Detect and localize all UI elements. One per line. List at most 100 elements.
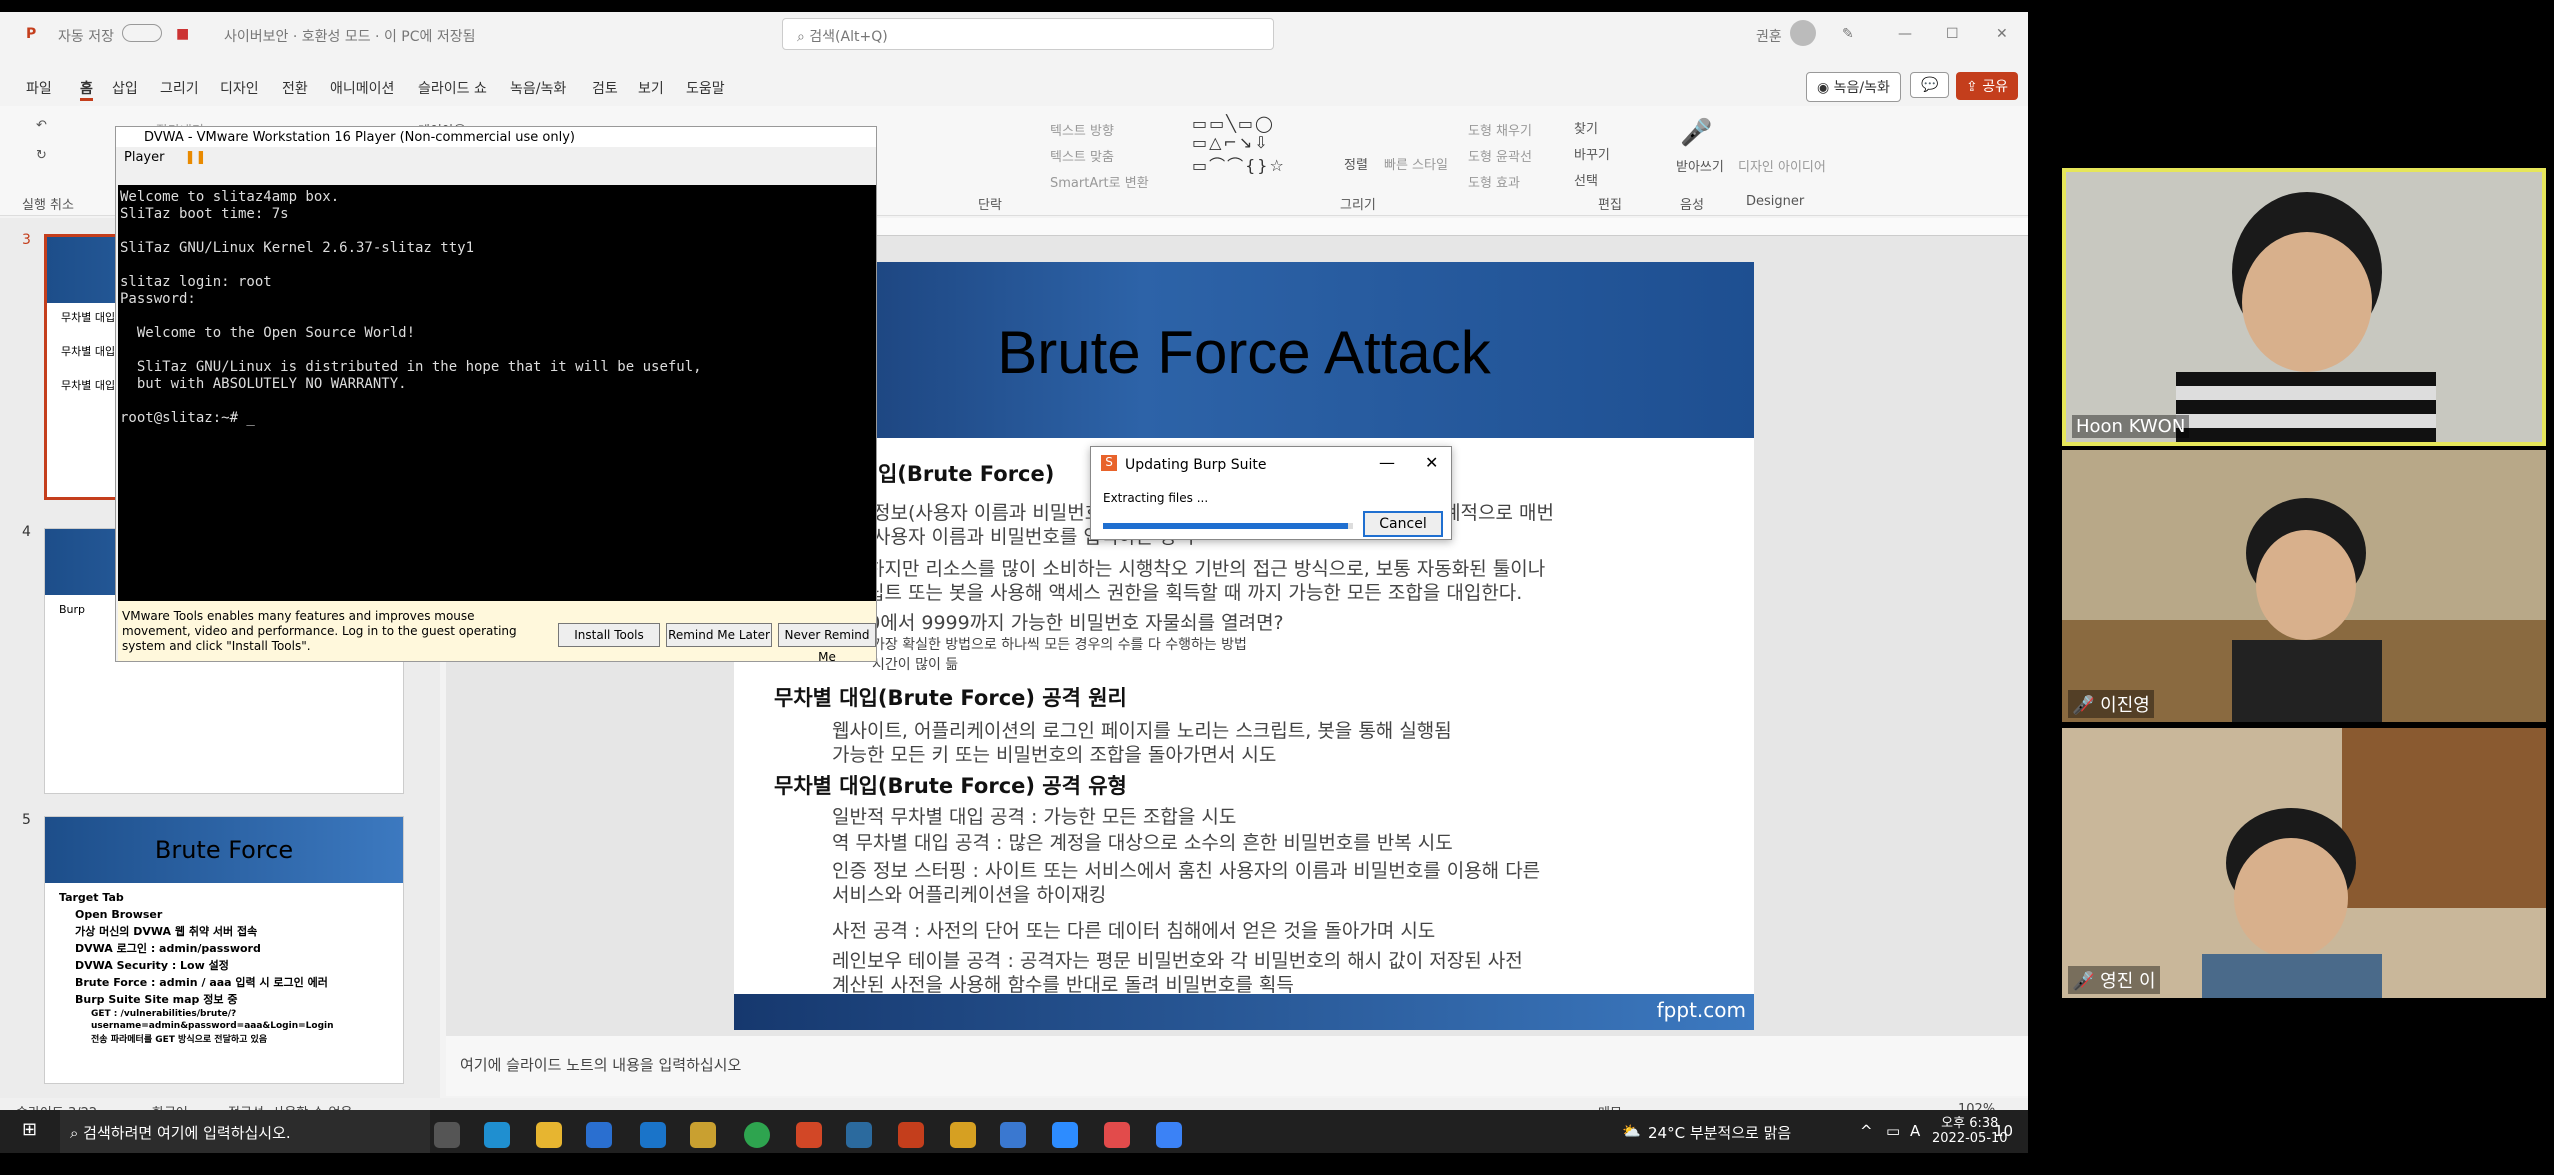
app-icon[interactable] bbox=[846, 1122, 872, 1148]
file-explorer-icon[interactable] bbox=[536, 1122, 562, 1148]
search-box[interactable]: ⌕ 검색(Alt+Q) bbox=[782, 18, 1274, 50]
windows-start-icon[interactable]: ⊞ bbox=[22, 1119, 37, 1140]
thumb-line: DVWA Security : Low 설정 bbox=[75, 959, 229, 972]
shape-outline-button[interactable]: 도형 윤곽선 bbox=[1468, 146, 1532, 165]
current-slide[interactable]: Brute Force Attack 별 대입(Brute Force)인증 정… bbox=[734, 262, 1754, 1030]
pen-icon[interactable]: ✎ bbox=[1842, 26, 1854, 42]
terminal[interactable]: Welcome to slitaz4amp box. SliTaz boot t… bbox=[118, 185, 876, 601]
shape-fill-button[interactable]: 도형 채우기 bbox=[1468, 120, 1532, 139]
edge-icon[interactable] bbox=[484, 1122, 510, 1148]
share-icon: ⇪ bbox=[1966, 79, 1983, 95]
share-button[interactable]: ⇪ 공유 bbox=[1956, 72, 2018, 100]
powerpoint-icon[interactable] bbox=[898, 1122, 924, 1148]
quick-styles-button[interactable]: 빠른 스타일 bbox=[1384, 154, 1448, 173]
align-text-button[interactable]: 텍스트 맞춤 bbox=[1050, 146, 1114, 165]
dialog-title: Updating Burp Suite bbox=[1125, 457, 1267, 473]
slide-footer bbox=[734, 994, 1754, 1030]
notes-pane[interactable]: 여기에 슬라이드 노트의 내용을 입력하십시오 bbox=[446, 1036, 2028, 1096]
minimize-icon[interactable]: — bbox=[1379, 453, 1395, 472]
find-button[interactable]: 찾기 bbox=[1574, 118, 1598, 137]
burp-update-dialog: S Updating Burp Suite — ✕ Extracting fil… bbox=[1090, 446, 1452, 540]
slide-thumb-5[interactable]: Brute Force Target Tab Open Browser 가상 머… bbox=[44, 816, 404, 1084]
app-icon[interactable] bbox=[1104, 1122, 1130, 1148]
menu-help[interactable]: 도움말 bbox=[686, 78, 725, 98]
close-icon[interactable]: ✕ bbox=[1425, 453, 1438, 472]
comment-icon[interactable]: 💬 bbox=[1910, 72, 1950, 98]
menu-review[interactable]: 검토 bbox=[592, 78, 618, 98]
participant-name-text: 이진영 bbox=[2100, 695, 2150, 716]
record-button[interactable]: ◉ 녹음/녹화 bbox=[1806, 72, 1901, 102]
group-voice: 음성 bbox=[1680, 198, 1704, 213]
menu-view[interactable]: 보기 bbox=[638, 78, 664, 98]
arrange-button[interactable]: 정렬 bbox=[1344, 154, 1368, 173]
search-placeholder: 검색(Alt+Q) bbox=[809, 29, 888, 45]
player-menu[interactable]: Player bbox=[124, 150, 164, 165]
weather-text[interactable]: 24°C 부분적으로 맑음 bbox=[1648, 1122, 1791, 1143]
group-designer: Designer bbox=[1746, 194, 1805, 209]
chrome-icon[interactable] bbox=[744, 1122, 770, 1148]
slide-bullet: 서비스와 어플리케이션을 하이재킹 bbox=[832, 884, 1107, 906]
replace-button[interactable]: 바꾸기 bbox=[1574, 144, 1610, 163]
smartart-button[interactable]: SmartArt로 변환 bbox=[1050, 172, 1149, 191]
thumb-number: 5 bbox=[22, 812, 31, 828]
avatar[interactable] bbox=[1790, 20, 1816, 46]
select-button[interactable]: 선택 bbox=[1574, 170, 1598, 189]
install-tools-button[interactable]: Install Tools bbox=[558, 623, 660, 647]
office-icon[interactable] bbox=[796, 1122, 822, 1148]
maximize-icon[interactable]: ☐ bbox=[1946, 26, 1959, 42]
minimize-icon[interactable]: — bbox=[1898, 26, 1912, 42]
app-icon[interactable] bbox=[690, 1122, 716, 1148]
group-drawing: 그리기 bbox=[1340, 198, 1376, 213]
thumb-line: GET : /vulnerabilities/brute/?username=a… bbox=[91, 1009, 334, 1031]
app-icon[interactable] bbox=[1000, 1122, 1026, 1148]
task-view-icon[interactable] bbox=[434, 1122, 460, 1148]
menu-record[interactable]: 녹음/녹화 bbox=[510, 78, 566, 98]
menu-design[interactable]: 디자인 bbox=[220, 78, 259, 98]
menu-home[interactable]: 홈 bbox=[80, 78, 93, 101]
menu-insert[interactable]: 삽입 bbox=[112, 78, 138, 98]
notification-count[interactable]: 10 bbox=[1994, 1122, 2013, 1140]
participant-name: 🎤̸ 영진 이 bbox=[2068, 966, 2160, 994]
zoom-icon[interactable] bbox=[1052, 1122, 1078, 1148]
menu-transitions[interactable]: 전환 bbox=[282, 78, 308, 98]
menu-animations[interactable]: 애니메이션 bbox=[330, 78, 394, 98]
dictate-button[interactable]: 받아쓰기 bbox=[1676, 156, 1724, 175]
save-icon[interactable]: ■ bbox=[176, 26, 189, 42]
pause-icon[interactable]: ❚❚ bbox=[185, 150, 207, 165]
design-ideas-button[interactable]: 디자인 아이디어 bbox=[1738, 156, 1826, 175]
autosave-toggle[interactable] bbox=[122, 24, 162, 42]
slide-bullet: 무차별 대입(Brute Force) 공격 원리 bbox=[774, 686, 1127, 710]
menu-slideshow[interactable]: 슬라이드 쇼 bbox=[418, 78, 487, 98]
menu-bar: 파일 홈 삽입 그리기 디자인 전환 애니메이션 슬라이드 쇼 녹음/녹화 검토… bbox=[0, 68, 2028, 104]
menu-file[interactable]: 파일 bbox=[26, 78, 52, 98]
undo-icon[interactable]: ↶ bbox=[36, 118, 47, 133]
mail-icon[interactable] bbox=[640, 1122, 666, 1148]
slide-bullet: 무차별 대입(Brute Force) 공격 유형 bbox=[774, 774, 1127, 798]
store-icon[interactable] bbox=[586, 1122, 612, 1148]
text-direction-button[interactable]: 텍스트 방향 bbox=[1050, 120, 1114, 139]
network-icon[interactable]: ▭ bbox=[1886, 1122, 1900, 1140]
close-icon[interactable]: ✕ bbox=[1996, 26, 2008, 42]
remind-later-button[interactable]: Remind Me Later bbox=[666, 623, 772, 647]
video-tile-2[interactable]: 🎤̸ 이진영 bbox=[2062, 450, 2546, 722]
thumb-line: Burp Suite Site map 정보 중 bbox=[75, 993, 238, 1006]
never-remind-button[interactable]: Never Remind Me bbox=[778, 623, 876, 664]
burp-icon[interactable] bbox=[1156, 1122, 1182, 1148]
app-icon[interactable] bbox=[950, 1122, 976, 1148]
participant-face bbox=[2256, 530, 2356, 640]
file-name[interactable]: 사이버보안 · 호환성 모드 · 이 PC에 저장됨 bbox=[224, 26, 475, 46]
menu-draw[interactable]: 그리기 bbox=[160, 78, 199, 98]
shape-effects-button[interactable]: 도형 효과 bbox=[1468, 172, 1520, 191]
taskbar-search[interactable]: ⌕ 검색하려면 여기에 입력하십시오. bbox=[60, 1110, 430, 1153]
participant-name: Hoon KWON bbox=[2072, 415, 2190, 438]
video-tile-3[interactable]: 🎤̸ 영진 이 bbox=[2062, 728, 2546, 998]
participant-shirt bbox=[2202, 954, 2382, 998]
input-language[interactable]: A bbox=[1910, 1122, 1920, 1140]
cancel-button[interactable]: Cancel bbox=[1363, 511, 1443, 537]
user-name: 권훈 bbox=[1756, 29, 1782, 45]
redo-icon[interactable]: ↻ bbox=[36, 148, 47, 163]
slide-bullet: 0000에서 9999까지 가능한 비밀번호 자물쇠를 열려면? bbox=[832, 612, 1284, 634]
shapes-gallery[interactable]: ▭▭╲▭◯ ▭△⌐↘⇩ ▭⌒⌒{}☆ bbox=[1192, 114, 1324, 180]
tray-chevron-icon[interactable]: ^ bbox=[1860, 1122, 1873, 1140]
video-tile-1[interactable]: Hoon KWON bbox=[2062, 168, 2546, 446]
